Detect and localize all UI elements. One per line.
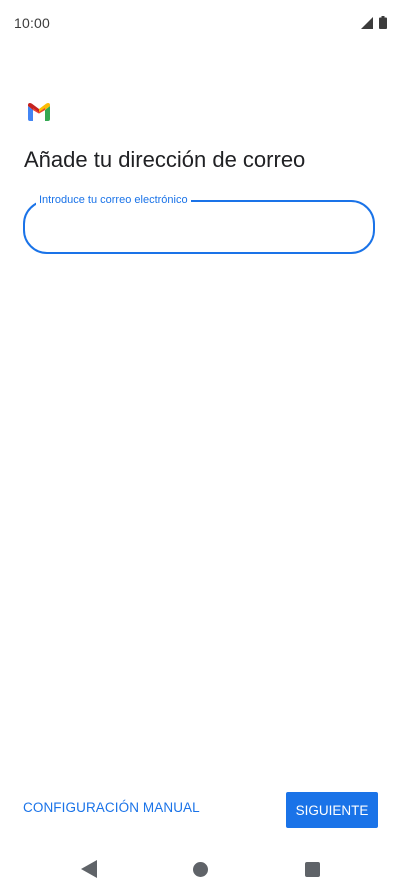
back-icon[interactable]: [81, 860, 97, 878]
status-time: 10:00: [14, 15, 51, 31]
manual-setup-button[interactable]: CONFIGURACIÓN MANUAL: [23, 800, 200, 815]
page-title: Añade tu dirección de correo: [24, 147, 306, 172]
status-icons: [361, 16, 387, 29]
recents-icon[interactable]: [305, 862, 320, 877]
battery-icon: [379, 16, 387, 29]
email-field[interactable]: Introduce tu correo electrónico: [23, 193, 375, 254]
email-field-label: Introduce tu correo electrónico: [36, 193, 191, 207]
navigation-bar: [0, 850, 401, 892]
signal-icon: [361, 16, 373, 29]
gmail-logo-icon: [28, 103, 50, 121]
status-bar: 10:00: [0, 0, 401, 48]
next-button[interactable]: SIGUIENTE: [286, 792, 378, 828]
home-icon[interactable]: [193, 862, 208, 877]
email-input[interactable]: [39, 216, 363, 240]
